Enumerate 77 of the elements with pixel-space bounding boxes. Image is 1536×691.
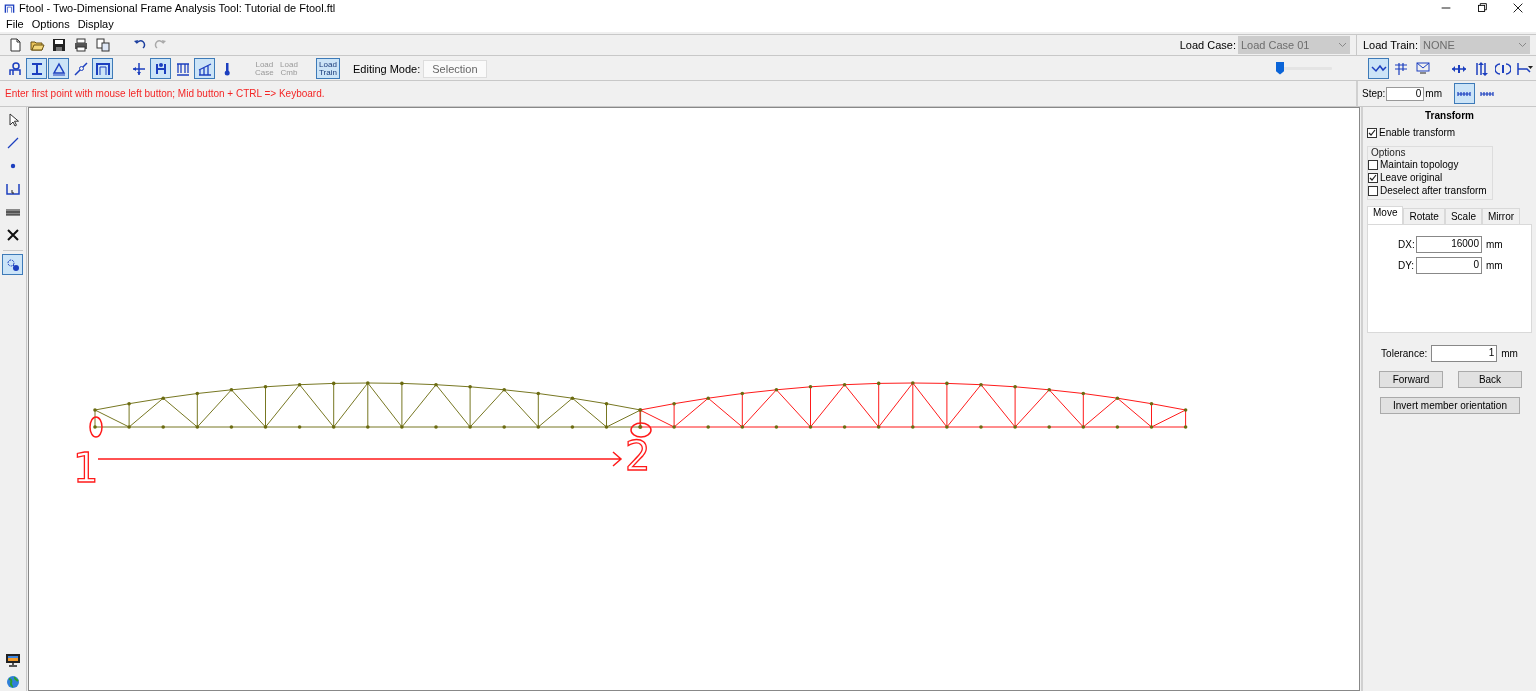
truss[interactable] [93, 381, 643, 429]
menu-item[interactable]: File [2, 18, 28, 30]
input-field[interactable]: 1 [1431, 345, 1498, 362]
frame-icon [94, 60, 111, 77]
zigzag-button[interactable] [1368, 58, 1389, 79]
unit-label: mm [1501, 348, 1518, 359]
toolbar-text-button[interactable]: Load Train [316, 58, 340, 79]
linear-load-button[interactable] [194, 58, 215, 79]
unit-label: mm [1486, 260, 1503, 271]
step-label: Step: [1362, 88, 1386, 99]
tab[interactable]: Rotate [1403, 208, 1445, 224]
slider-thumb[interactable] [1276, 61, 1284, 75]
monitor-icon [4, 651, 21, 668]
close-icon [1511, 1, 1525, 15]
triangle-icon [50, 60, 67, 77]
delete-icon [4, 226, 21, 243]
structure-icon [6, 60, 23, 77]
distributed-load-icon [174, 60, 191, 77]
snap-button[interactable] [1454, 83, 1476, 104]
ruler-icon [1456, 89, 1473, 98]
unit-label: mm [1486, 239, 1503, 250]
step-field[interactable]: 0 [1386, 86, 1425, 101]
input-field[interactable]: 0 [1416, 257, 1482, 274]
group-title: Options [1371, 147, 1407, 158]
i-beam-button[interactable] [26, 58, 47, 79]
checkbox[interactable] [1368, 172, 1378, 183]
input-field[interactable]: 16000 [1416, 236, 1482, 253]
menu-item[interactable]: Display [73, 18, 118, 30]
save-icon [50, 37, 67, 53]
annotation-number: 1 [73, 445, 99, 491]
checkbox-label: Enable transform [1379, 127, 1456, 138]
checkbox[interactable] [1368, 159, 1378, 170]
editing-mode-field: Selection [423, 59, 487, 78]
app-logo-icon [4, 2, 15, 14]
caret-icon [1337, 42, 1347, 48]
beam-tool-icon [1516, 60, 1533, 77]
field-label: DY: [1398, 260, 1412, 271]
checkbox-label: Maintain topology [1380, 159, 1459, 170]
caret-icon [1518, 42, 1527, 48]
invert-orientation-button[interactable]: Invert member orientation [1380, 397, 1520, 414]
checkbox-label: Leave original [1380, 172, 1443, 183]
print-icon [72, 37, 89, 53]
combo-label: Load Case: [1179, 39, 1236, 51]
checkbox[interactable] [1368, 185, 1378, 196]
transform-button[interactable] [2, 254, 23, 275]
action-button[interactable]: Forward [1379, 371, 1443, 388]
checkbox-label: Deselect after transform [1380, 185, 1487, 196]
node-arrows-icon [130, 60, 147, 77]
editing-mode-label: Editing Mode: [353, 62, 421, 75]
copy-icon [94, 37, 111, 53]
drawing-canvas[interactable]: 1 2 [28, 107, 1360, 691]
hinge-icon [72, 60, 89, 77]
frame-button[interactable] [92, 58, 113, 79]
field-label: DX: [1398, 239, 1412, 250]
annotation-circle [630, 422, 652, 438]
grid-icon [1392, 60, 1409, 77]
annotation-circle [89, 416, 103, 438]
window-title: Ftool - Two-Dimensional Frame Analysis Tool: Tutorial de Ftool.ftl [19, 2, 337, 14]
tab[interactable]: Move [1367, 206, 1404, 224]
tab[interactable]: Scale [1444, 208, 1482, 224]
transform-icon [4, 256, 21, 273]
checkbox[interactable] [1367, 127, 1377, 138]
menu-item[interactable]: Options [27, 18, 74, 30]
field-label: Tolerance: [1381, 348, 1428, 359]
combo-label: Load Train: [1362, 39, 1418, 51]
panel-title: Transform [1424, 110, 1475, 121]
unit-label: mm [1425, 88, 1443, 99]
annotation-number: 2 [625, 433, 651, 479]
tab[interactable]: Mirror [1481, 208, 1521, 224]
ruler-icon [1479, 89, 1496, 98]
triangle-button[interactable] [48, 58, 69, 79]
restore-icon [1475, 1, 1489, 15]
rotation-arrows-icon [1494, 60, 1511, 77]
action-button[interactable]: Back [1458, 371, 1522, 388]
envelope-icon [1414, 60, 1431, 77]
truss[interactable] [638, 381, 1188, 429]
load-arrows-button[interactable] [150, 58, 171, 79]
